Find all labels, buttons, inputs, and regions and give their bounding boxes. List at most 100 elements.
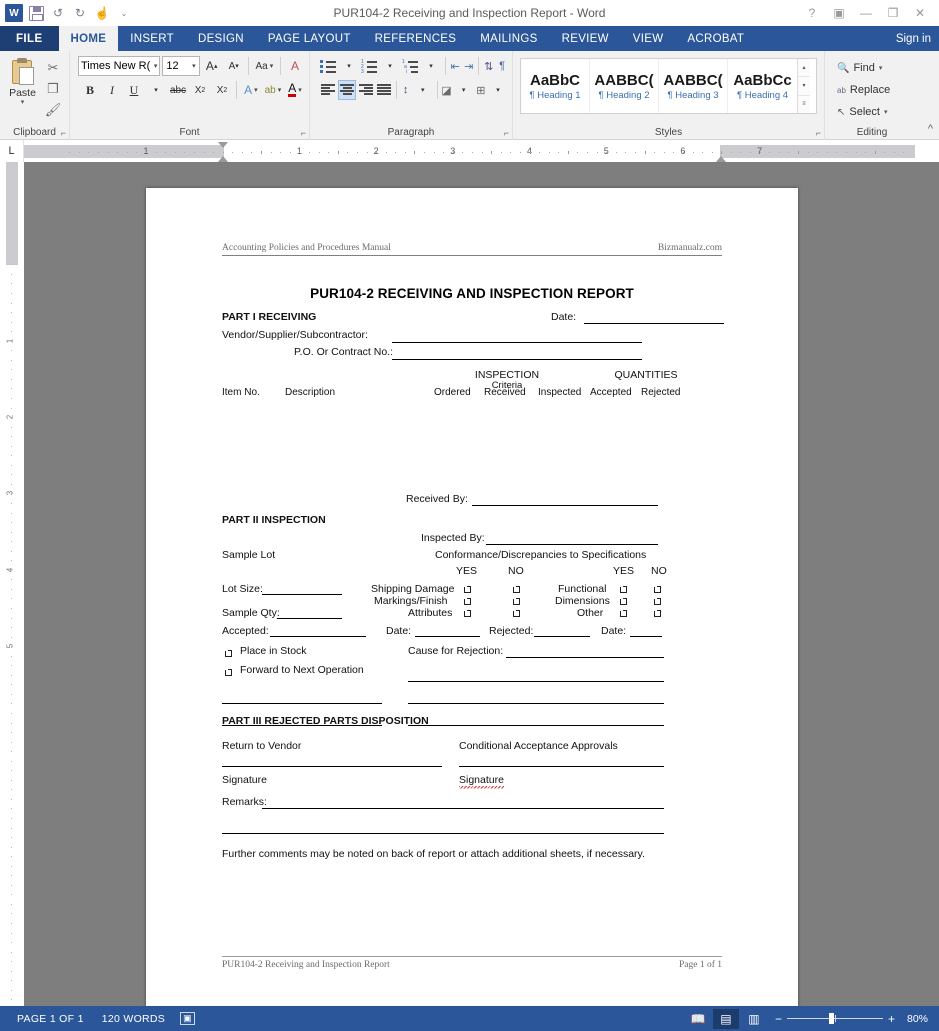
tab-insert[interactable]: INSERT [118, 26, 186, 51]
help-button[interactable]: ? [799, 2, 825, 24]
underline-icon[interactable]: U [124, 80, 144, 100]
horizontal-ruler[interactable]: 1 1 2 3 4 5 6 7 [24, 140, 939, 162]
styles-dialog-launcher-icon[interactable]: ⌐ [816, 128, 821, 138]
web-layout-view-button[interactable]: ▥ [741, 1009, 767, 1029]
show-formatting-marks-icon[interactable]: ¶ [496, 56, 507, 76]
line-spacing-chevron-down-icon[interactable]: ▾ [413, 80, 433, 100]
print-layout-view-button[interactable]: ▤ [712, 1008, 739, 1029]
redo-icon[interactable]: ↻ [70, 3, 90, 23]
tab-review[interactable]: REVIEW [550, 26, 621, 51]
tab-page-layout[interactable]: PAGE LAYOUT [256, 26, 363, 51]
checkbox-attributes-yes[interactable] [464, 610, 471, 617]
checkbox-other-yes[interactable] [620, 610, 627, 617]
proofing-errors-icon[interactable]: ▣ [174, 1012, 201, 1025]
style-heading-4[interactable]: AaBbCc ¶ Heading 4 [728, 59, 797, 113]
tab-design[interactable]: DESIGN [186, 26, 256, 51]
zoom-slider-thumb[interactable] [829, 1013, 835, 1024]
grow-font-icon[interactable]: A ▴ [202, 56, 222, 76]
text-effects-icon[interactable]: A ▾ [241, 80, 261, 100]
line-spacing-icon[interactable]: ↕ [400, 80, 410, 100]
styles-scroll-up-icon[interactable]: ▴ [798, 59, 810, 78]
format-painter-icon[interactable]: 🖌 [43, 101, 63, 119]
styles-scroll-down-icon[interactable]: ▾ [798, 77, 810, 96]
change-case-icon[interactable]: Aa ▾ [253, 56, 276, 76]
document-page[interactable]: Accounting Policies and Procedures Manua… [146, 188, 798, 1006]
style-heading-3[interactable]: AABBC( ¶ Heading 3 [659, 59, 728, 113]
checkbox-shipping-damage-no[interactable] [513, 586, 520, 593]
numbering-icon[interactable]: 1 2 3 [361, 56, 378, 76]
font-size-chevron-down-icon[interactable]: ▾ [192, 62, 196, 70]
font-color-icon[interactable]: A ▾ [285, 80, 305, 100]
zoom-slider-track[interactable] [786, 1013, 883, 1024]
zoom-in-button[interactable]: + [888, 1012, 895, 1026]
justify-icon[interactable] [376, 80, 392, 100]
select-button[interactable]: ↖ Select ▾ [833, 102, 915, 122]
bullets-icon[interactable] [320, 56, 337, 76]
multilevel-list-icon[interactable]: 1 a i [402, 56, 419, 76]
restore-button[interactable]: ❐ [880, 2, 906, 24]
cut-icon[interactable]: ✂ [43, 59, 63, 77]
shading-chevron-down-icon[interactable]: ▾ [454, 80, 474, 100]
checkbox-dimensions-no[interactable] [654, 598, 661, 605]
vertical-ruler[interactable]: 12345 [0, 162, 24, 1006]
style-heading-2[interactable]: AABBC( ¶ Heading 2 [590, 59, 659, 113]
bullets-chevron-down-icon[interactable]: ▾ [339, 56, 359, 76]
borders-chevron-down-icon[interactable]: ▾ [488, 80, 508, 100]
close-button[interactable]: ✕ [907, 2, 933, 24]
align-center-icon[interactable] [338, 80, 356, 100]
borders-icon[interactable]: ⊞ [476, 80, 486, 100]
tab-mailings[interactable]: MAILINGS [468, 26, 549, 51]
find-chevron-down-icon[interactable]: ▾ [879, 64, 883, 72]
zoom-level-label[interactable]: 80% [903, 1013, 931, 1025]
undo-icon[interactable]: ↺ [48, 3, 68, 23]
shrink-font-icon[interactable]: A ▾ [224, 56, 244, 76]
font-name-input[interactable]: Times New R( ▾ [78, 56, 161, 76]
checkbox-functional-no[interactable] [654, 586, 661, 593]
font-size-input[interactable]: 12 ▾ [162, 56, 200, 76]
select-chevron-down-icon[interactable]: ▾ [884, 108, 888, 116]
zoom-out-button[interactable]: − [775, 1012, 782, 1026]
styles-gallery[interactable]: AaBbC ¶ Heading 1 AABBC( ¶ Heading 2 AAB… [520, 58, 817, 114]
numbering-chevron-down-icon[interactable]: ▾ [380, 56, 400, 76]
tab-references[interactable]: REFERENCES [363, 26, 469, 51]
checkbox-dimensions-yes[interactable] [620, 598, 627, 605]
clear-formatting-icon[interactable]: A [285, 56, 305, 76]
minimize-button[interactable]: — [853, 2, 879, 24]
styles-more-icon[interactable]: ≡ [798, 96, 810, 113]
checkbox-functional-yes[interactable] [620, 586, 627, 593]
copy-icon[interactable]: ❐ [43, 80, 63, 98]
style-heading-1[interactable]: AaBbC ¶ Heading 1 [521, 59, 590, 113]
document-canvas[interactable]: Accounting Policies and Procedures Manua… [24, 162, 939, 1006]
font-name-chevron-down-icon[interactable]: ▾ [154, 62, 158, 70]
paste-dropdown-arrow[interactable]: ▾ [21, 99, 25, 106]
ribbon-display-options-button[interactable]: ▣ [826, 2, 852, 24]
word-count-status[interactable]: 120 WORDS [93, 1013, 174, 1025]
font-dialog-launcher-icon[interactable]: ⌐ [301, 128, 306, 138]
checkbox-markings-finish-no[interactable] [513, 598, 520, 605]
styles-gallery-scrollbar[interactable]: ▴ ▾ ≡ [797, 59, 810, 113]
page-count-status[interactable]: PAGE 1 OF 1 [8, 1013, 93, 1025]
clipboard-dialog-launcher-icon[interactable]: ⌐ [61, 128, 66, 138]
paragraph-dialog-launcher-icon[interactable]: ⌐ [504, 128, 509, 138]
shading-icon[interactable]: ◪ [441, 80, 451, 100]
superscript-icon[interactable]: X2 [212, 80, 232, 100]
replace-button[interactable]: ab Replace [833, 80, 915, 100]
tab-view[interactable]: VIEW [621, 26, 676, 51]
italic-icon[interactable]: I [102, 80, 122, 100]
strikethrough-icon[interactable]: abc [168, 80, 188, 100]
checkbox-shipping-damage-yes[interactable] [464, 586, 471, 593]
checkbox-other-no[interactable] [654, 610, 661, 617]
sort-icon[interactable]: ⇅ [483, 56, 494, 76]
checkbox-place-in-stock[interactable] [225, 650, 232, 657]
tab-home[interactable]: HOME [58, 26, 119, 51]
decrease-indent-icon[interactable]: ⇤ [450, 56, 461, 76]
save-icon[interactable] [26, 3, 46, 23]
tab-file[interactable]: FILE [0, 26, 59, 51]
tab-stop-selector[interactable]: L [0, 140, 24, 162]
checkbox-markings-finish-yes[interactable] [464, 598, 471, 605]
checkbox-forward-next-operation[interactable] [225, 669, 232, 676]
find-button[interactable]: 🔍 Find ▾ [833, 58, 915, 78]
underline-chevron-down-icon[interactable]: ▾ [146, 80, 166, 100]
zoom-slider[interactable]: − + [769, 1012, 901, 1026]
checkbox-attributes-no[interactable] [513, 610, 520, 617]
